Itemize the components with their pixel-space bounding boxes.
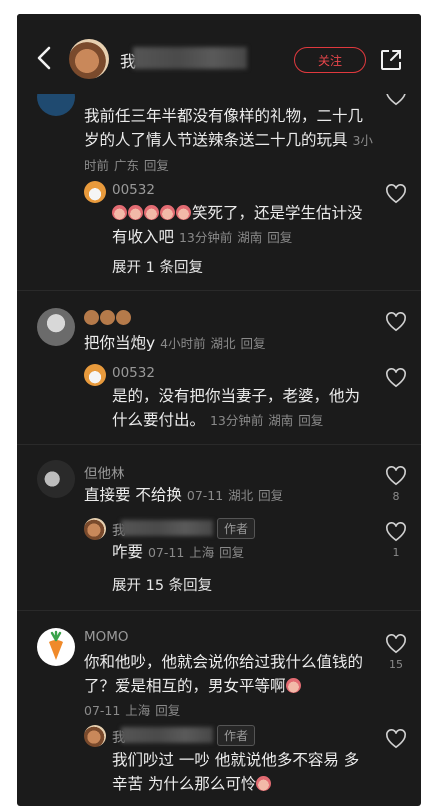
- username-redaction: [121, 520, 213, 536]
- comment-location: 广东: [113, 158, 139, 173]
- like-heart-icon[interactable]: [385, 466, 407, 486]
- reply-link[interactable]: 回复: [258, 488, 283, 503]
- expand-replies[interactable]: 展开 15 条回复: [112, 574, 212, 595]
- reply-username[interactable]: 00532: [112, 365, 155, 381]
- like-heart-icon[interactable]: [385, 368, 407, 388]
- reply-avatar[interactable]: [84, 518, 106, 540]
- reply-avatar[interactable]: [84, 364, 106, 386]
- carrot-icon: [49, 630, 63, 660]
- commenter-username[interactable]: MOMO: [84, 629, 129, 645]
- reply-text: 是的，没有把你当妻子，老婆，他为什么要付出。 13分钟前 湖南 回复: [112, 387, 361, 429]
- follow-button[interactable]: 关注: [294, 47, 366, 73]
- divider: [17, 610, 421, 611]
- divider: [17, 290, 421, 291]
- reply-text: 我们吵过 一吵 他就说他多不容易 多辛苦 为什么那么可怜: [112, 751, 360, 793]
- reply-link[interactable]: 回复: [219, 545, 244, 560]
- cat-emoji-username: [84, 310, 132, 326]
- reply-link[interactable]: 回复: [298, 413, 323, 428]
- comment-text: 直接要 不给换 07-11 湖北 回复: [84, 486, 284, 504]
- reply-link[interactable]: 回复: [240, 336, 265, 351]
- comment-text: 我前任三年半都没有像样的礼物，二十几岁的人了情人节送辣条送二十几的玩具 3小时前…: [84, 107, 373, 173]
- author-badge: 作者: [217, 518, 256, 539]
- back-arrow-icon[interactable]: [33, 44, 55, 72]
- like-count: 8: [392, 490, 400, 503]
- commenter-username[interactable]: 但他林: [84, 462, 125, 482]
- share-icon[interactable]: [379, 48, 403, 72]
- expand-replies[interactable]: 展开 1 条回复: [112, 256, 203, 277]
- reply-text: 笑死了，还是学生估计没有收入吧 13分钟前 湖南 回复: [112, 204, 363, 246]
- reply-avatar[interactable]: [84, 725, 106, 747]
- like-heart-icon[interactable]: [385, 184, 407, 204]
- reply-text: 咋要 07-11 上海 回复: [112, 543, 245, 561]
- reply-link[interactable]: 回复: [267, 230, 292, 245]
- like-count: 1: [392, 546, 400, 559]
- comment-text: 你和他吵，他就会说你给过我什么值钱的了？爱是相互的，男女平等啊 07-11 上海…: [84, 653, 364, 718]
- app-screen: 我 关注 我前任三年半都没有像样的礼物，二十几岁的人了情人节送辣条送二十几的玩具…: [17, 14, 421, 806]
- reply-username[interactable]: 00532: [112, 182, 155, 198]
- divider: [17, 444, 421, 445]
- commenter-avatar[interactable]: [37, 460, 75, 498]
- reply-avatar[interactable]: [84, 181, 106, 203]
- author-name-redaction: [133, 47, 247, 69]
- like-heart-icon[interactable]: [385, 634, 407, 654]
- like-heart-icon[interactable]: [385, 312, 407, 332]
- reply-link[interactable]: 回复: [144, 158, 169, 173]
- like-count: 15: [389, 658, 403, 671]
- top-bar: 我 关注: [17, 14, 421, 94]
- like-heart-icon[interactable]: [385, 522, 407, 542]
- like-heart-icon[interactable]: [385, 729, 407, 749]
- author-avatar[interactable]: [69, 39, 109, 79]
- reply-link[interactable]: 回复: [155, 703, 180, 718]
- commenter-avatar[interactable]: [37, 308, 75, 346]
- comment-text: 把你当炮y 4小时前 湖北 回复: [84, 334, 266, 352]
- author-badge: 作者: [217, 725, 256, 746]
- commenter-avatar[interactable]: [37, 628, 75, 666]
- username-redaction: [121, 727, 213, 743]
